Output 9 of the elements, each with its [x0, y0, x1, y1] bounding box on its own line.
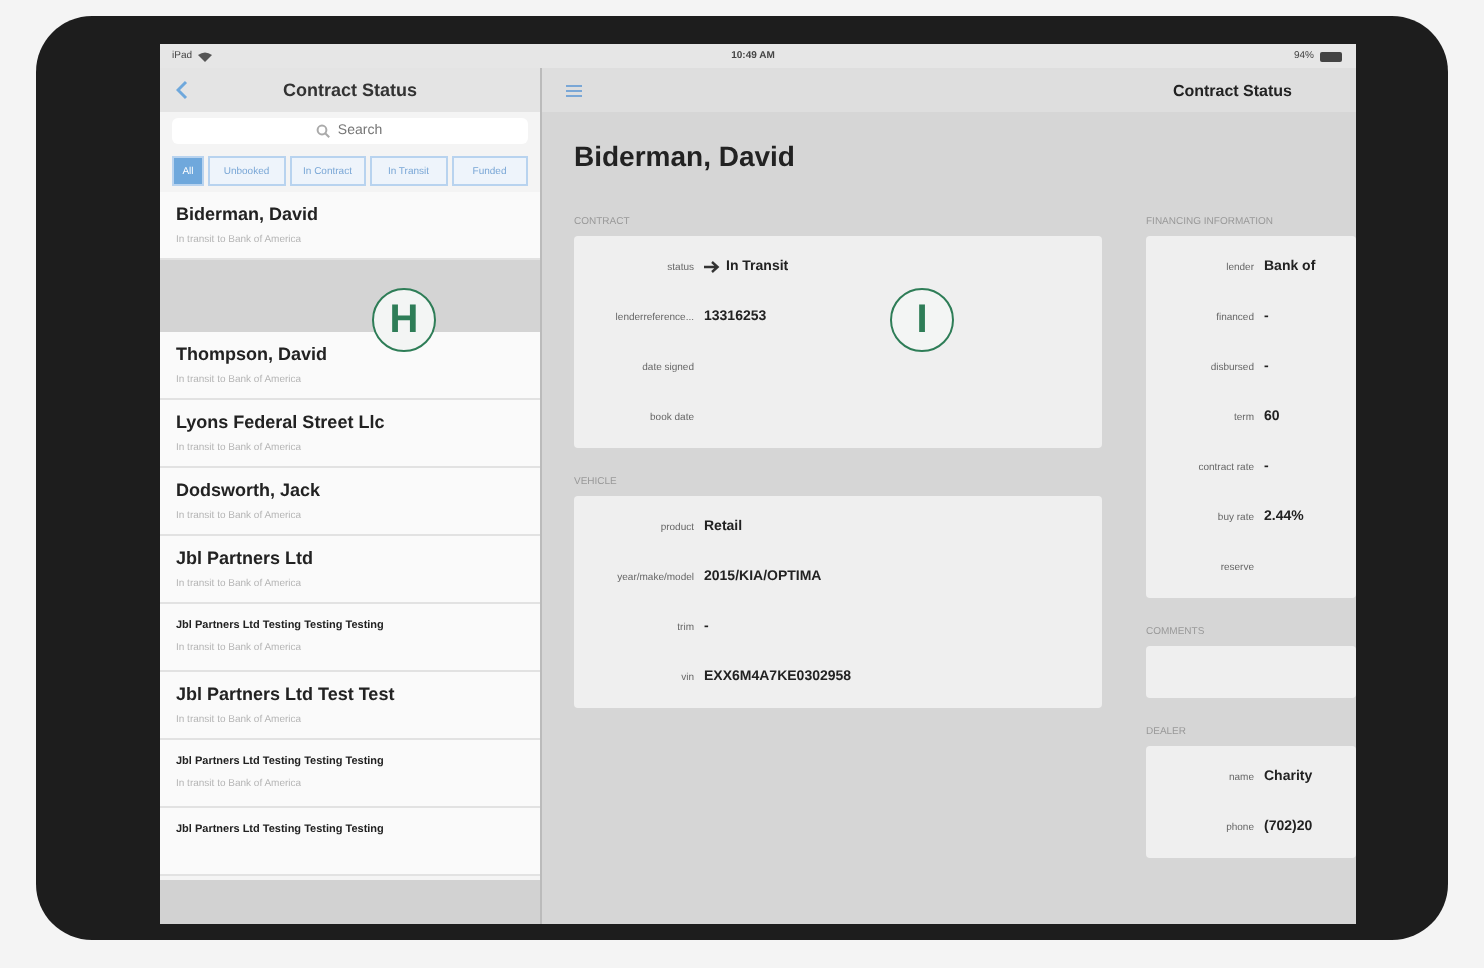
back-chevron-icon[interactable]: [176, 80, 188, 100]
wifi-icon: [198, 51, 213, 61]
nav-title: Contract Status: [1172, 81, 1292, 99]
sidebar-title: Contract Status: [280, 80, 419, 100]
battery-icon: [1320, 51, 1344, 61]
customer-name: Biderman, David: [572, 138, 797, 176]
search-icon: [316, 124, 330, 138]
menu-icon[interactable]: [566, 83, 582, 97]
arrow-icon: [704, 260, 720, 274]
